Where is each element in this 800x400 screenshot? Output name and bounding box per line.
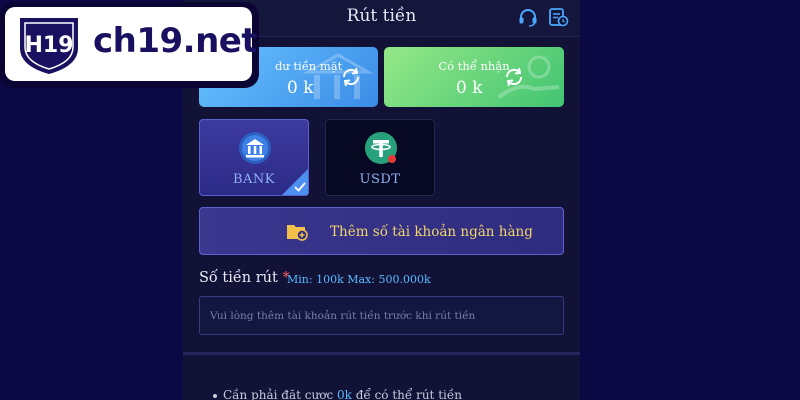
tether-icon	[365, 132, 397, 164]
bank-building-icon	[302, 53, 374, 99]
method-usdt-label: USDT	[359, 172, 401, 187]
amount-input[interactable]	[199, 296, 564, 335]
bullet-dot	[213, 393, 217, 398]
method-usdt[interactable]: USDT	[325, 119, 435, 196]
divider	[183, 352, 580, 355]
add-bank-account-button[interactable]: Thêm số tài khoản ngân hàng	[199, 207, 564, 255]
add-bank-account-label: Thêm số tài khoản ngân hàng	[330, 224, 533, 240]
add-card-icon	[287, 225, 308, 241]
bank-icon	[239, 132, 271, 164]
receivable-balance-card: Có thể nhận 0 k	[384, 47, 564, 107]
cash-balance-amount: 0 k	[287, 78, 314, 98]
shield-text: H19	[24, 33, 73, 58]
brand-logo: H19 ch19.net	[0, 2, 259, 88]
history-icon[interactable]	[547, 6, 569, 28]
shield-logo-icon: H19	[20, 18, 78, 74]
method-bank[interactable]: BANK	[199, 119, 309, 196]
wager-note: Cần phải đặt cược 0k để có thể rút tiền	[213, 388, 462, 400]
amount-label-text: Số tiền rút	[199, 270, 278, 286]
logo-badge: H19 ch19.net	[5, 7, 258, 81]
refresh-icon[interactable]	[339, 65, 363, 89]
amount-range: Min: 100k Max: 500.000k	[287, 273, 431, 286]
receivable-amount: 0 k	[456, 78, 483, 98]
note-prefix: Cần phải đặt cược	[223, 388, 337, 400]
note-suffix: để có thể rút tiền	[351, 388, 462, 400]
note-highlight: 0k	[336, 388, 352, 400]
refresh-icon[interactable]	[502, 65, 526, 89]
headset-icon[interactable]	[517, 6, 539, 28]
amount-label: Số tiền rút *	[199, 270, 290, 286]
selected-check-icon	[282, 169, 308, 195]
brand-text: ch19.net	[93, 21, 258, 61]
receivable-label: Có thể nhận	[438, 59, 510, 73]
